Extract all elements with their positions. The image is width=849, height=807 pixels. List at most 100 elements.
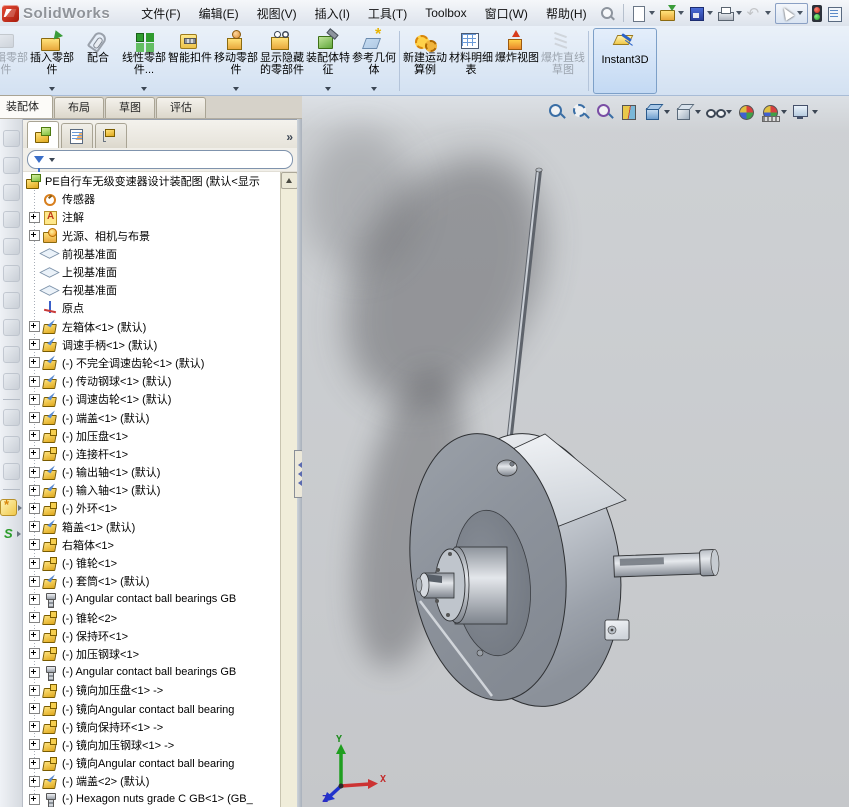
command-button-insert-component[interactable]: 插入零部件	[29, 27, 75, 95]
tree-item[interactable]: (-) 不完全调速齿轮<1> (默认)	[23, 354, 281, 372]
tab-2[interactable]: 草图	[105, 97, 155, 118]
menu-item[interactable]: 文件(F)	[132, 1, 189, 26]
heads-up-zoom-to-area[interactable]	[570, 102, 592, 122]
expand-toggle[interactable]	[29, 648, 40, 660]
menu-item[interactable]: 窗口(W)	[476, 1, 537, 26]
expand-toggle[interactable]	[29, 430, 40, 442]
expand-toggle[interactable]	[29, 502, 40, 514]
expand-toggle[interactable]	[29, 375, 40, 387]
dropdown-caret-icon[interactable]	[49, 87, 55, 91]
expand-toggle[interactable]	[29, 757, 40, 769]
left-toolbar-button[interactable]	[2, 431, 20, 458]
tree-item[interactable]: 上视基准面	[23, 263, 281, 281]
quick-icon-group[interactable]	[774, 2, 808, 24]
expand-toggle[interactable]	[29, 666, 40, 678]
heads-up-section-view[interactable]	[618, 102, 640, 122]
left-toolbar-button[interactable]	[2, 179, 20, 206]
tree-item[interactable]: (-) 镜向保持环<1> ->	[23, 718, 281, 736]
tree-item[interactable]: 箱盖<1> (默认)	[23, 518, 281, 536]
tree-item[interactable]: (-) 镜向Angular contact ball bearing	[23, 754, 281, 772]
left-toolbar-button[interactable]	[2, 458, 20, 485]
tree-item[interactable]: (-) 传动钢球<1> (默认)	[23, 372, 281, 390]
menu-item[interactable]: 编辑(E)	[190, 1, 248, 26]
tree-item[interactable]: (-) 端盖<2> (默认)	[23, 772, 281, 790]
heads-up-view-orientation[interactable]	[642, 102, 671, 122]
tree-item[interactable]: (-) Hexagon nuts grade C GB<1> (GB_	[23, 790, 281, 807]
tree-item[interactable]: (-) 输入轴<1> (默认)	[23, 481, 281, 499]
dropdown-caret-icon[interactable]	[706, 11, 713, 15]
heads-up-zoom-to-fit[interactable]	[546, 102, 568, 122]
tree-item[interactable]: 右箱体<1>	[23, 536, 281, 554]
quick-icon-group[interactable]	[659, 4, 686, 22]
command-button-instant3d[interactable]: Instant3D	[593, 28, 657, 94]
expand-toggle[interactable]	[29, 630, 40, 642]
expand-toggle[interactable]	[29, 211, 40, 223]
expand-toggle[interactable]	[29, 230, 40, 242]
left-toolbar-button[interactable]	[2, 125, 20, 152]
dropdown-caret-icon[interactable]	[141, 87, 147, 91]
expand-toggle[interactable]	[29, 793, 40, 805]
tree-item[interactable]: (-) 镜向Angular contact ball bearing	[23, 699, 281, 717]
left-toolbar-button[interactable]	[2, 341, 20, 368]
dropdown-caret-icon[interactable]	[233, 87, 239, 91]
tree-item[interactable]: 注解	[23, 208, 281, 226]
dropdown-caret-icon[interactable]	[695, 110, 701, 114]
quick-icon-group[interactable]	[746, 4, 773, 22]
heads-up-hide-show-items[interactable]	[704, 102, 733, 122]
command-button-bom[interactable]: 材料明细表	[448, 27, 494, 95]
expand-panel-chevron-icon[interactable]	[286, 130, 293, 144]
tree-item[interactable]: (-) 加压盘<1>	[23, 427, 281, 445]
dropdown-caret-icon[interactable]	[677, 11, 684, 15]
command-button-mate[interactable]: 配合	[75, 27, 121, 95]
command-button-assembly-features[interactable]: 装配体特征	[305, 27, 351, 95]
dropdown-caret-icon[interactable]	[812, 110, 818, 114]
command-button-exploded-view[interactable]: 爆炸视图	[494, 27, 540, 95]
tree-filter-input[interactable]	[27, 150, 293, 172]
command-button-show-hidden[interactable]: 显示隐藏的零部件	[259, 27, 305, 95]
expand-toggle[interactable]	[29, 721, 40, 733]
tree-item[interactable]: (-) 镜向加压盘<1> ->	[23, 681, 281, 699]
dropdown-caret-icon[interactable]	[726, 110, 732, 114]
left-toolbar-button[interactable]	[0, 494, 22, 521]
menu-item[interactable]: Toolbox	[416, 2, 475, 24]
expand-toggle[interactable]	[29, 593, 40, 605]
heads-up-apply-scene[interactable]	[759, 102, 788, 122]
tree-item[interactable]: (-) 外环<1>	[23, 499, 281, 517]
dropdown-caret-icon[interactable]	[18, 504, 22, 511]
3d-model[interactable]	[302, 96, 849, 807]
scroll-up-button[interactable]	[281, 172, 297, 189]
tree-item[interactable]: (-) 输出轴<1> (默认)	[23, 463, 281, 481]
tree-item[interactable]: (-) 套筒<1> (默认)	[23, 572, 281, 590]
graphics-viewport[interactable]: Y X Z	[302, 96, 849, 807]
dropdown-caret-icon[interactable]	[371, 87, 377, 91]
dropdown-caret-icon[interactable]	[781, 110, 787, 114]
left-toolbar-button[interactable]	[1, 521, 21, 546]
tree-item[interactable]: 传感器	[23, 190, 281, 208]
expand-toggle[interactable]	[29, 521, 40, 533]
dropdown-caret-icon[interactable]	[17, 530, 21, 537]
expand-toggle[interactable]	[29, 321, 40, 333]
tree-item[interactable]: 调速手柄<1> (默认)	[23, 336, 281, 354]
left-toolbar-button[interactable]	[2, 260, 20, 287]
command-button-motion-study[interactable]: 新建运动算例	[402, 27, 448, 95]
quick-icon-group[interactable]	[688, 5, 715, 22]
tree-item[interactable]: (-) 保持环<1>	[23, 627, 281, 645]
expand-toggle[interactable]	[29, 448, 40, 460]
expand-toggle[interactable]	[29, 466, 40, 478]
menu-item[interactable]: 帮助(H)	[537, 1, 596, 26]
left-toolbar-button[interactable]	[2, 404, 20, 431]
dropdown-caret-icon[interactable]	[325, 87, 331, 91]
expand-toggle[interactable]	[29, 412, 40, 424]
search-icon[interactable]	[598, 5, 615, 22]
command-button-smart-fasteners[interactable]: 智能扣件	[167, 27, 213, 95]
tree-item[interactable]: (-) 加压钢球<1>	[23, 645, 281, 663]
command-button-move-component[interactable]: 移动零部件	[213, 27, 259, 95]
expand-toggle[interactable]	[29, 557, 40, 569]
tree-item[interactable]: 原点	[23, 299, 281, 317]
tree-item[interactable]: 左箱体<1> (默认)	[23, 318, 281, 336]
tree-item[interactable]: (-) Angular contact ball bearings GB	[23, 663, 281, 681]
dropdown-caret-icon[interactable]	[648, 11, 655, 15]
menu-item[interactable]: 视图(V)	[248, 1, 306, 26]
expand-toggle[interactable]	[29, 339, 40, 351]
dropdown-caret-icon[interactable]	[664, 110, 670, 114]
